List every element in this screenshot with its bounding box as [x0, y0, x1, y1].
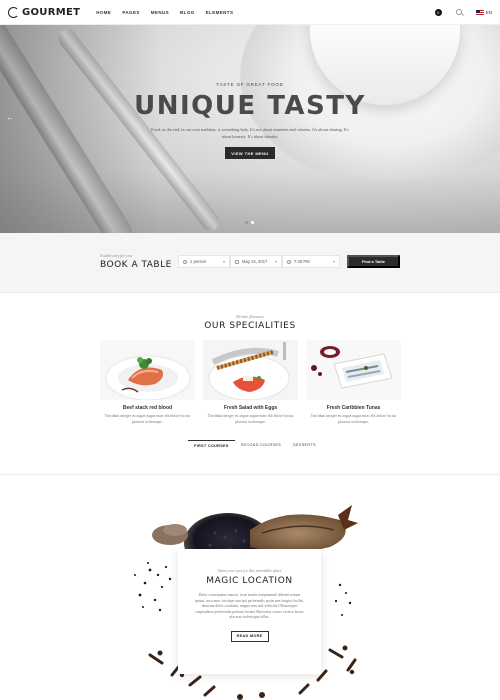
nav-item-elements[interactable]: ELEMENTS	[206, 10, 234, 15]
course-tabs: FIRST COURSES SECOND COURSES DESSERTS	[188, 440, 322, 451]
hero-eyebrow: TASTE OF GREAT FOOD	[216, 82, 284, 87]
time-value: 7:30 PM	[294, 259, 310, 264]
specialities-eyebrow: Divine flavours	[236, 314, 264, 319]
language-label: EN	[485, 9, 492, 15]
nav-item-pages[interactable]: PAGES	[122, 10, 139, 15]
dish-image-tuna[interactable]	[306, 340, 401, 400]
find-table-button[interactable]: Find a Table	[347, 255, 400, 268]
location-card: Open your eyes for this incredible place…	[178, 549, 321, 674]
location-title: MAGIC LOCATION	[206, 576, 293, 586]
person-icon	[183, 259, 187, 264]
slider-prev-icon[interactable]: ←	[6, 113, 14, 122]
tab-first-courses[interactable]: FIRST COURSES	[188, 440, 235, 451]
booking-title: BOOK A TABLE	[100, 260, 172, 270]
slider-dot[interactable]	[251, 221, 254, 224]
dish-image-beef[interactable]	[100, 340, 195, 400]
view-menu-button[interactable]: VIEW THE MENU	[225, 147, 275, 159]
date-select[interactable]: May 24, 2017 ▾	[230, 255, 282, 268]
slider-next-icon[interactable]: →	[486, 113, 494, 122]
language-selector[interactable]: EN	[475, 9, 492, 15]
specialities-title: OUR SPECIALITIES	[204, 321, 296, 331]
us-flag-icon	[475, 9, 484, 15]
slider-dot[interactable]	[245, 221, 248, 224]
chevron-down-icon: ▾	[332, 259, 335, 264]
dish-name[interactable]: Fresh Caribbien Tunas	[306, 405, 401, 411]
dish-description: Tincidunt integer eu augue augue nunc el…	[310, 414, 397, 424]
dish-name[interactable]: Fresh Salad with Eggs	[203, 405, 298, 411]
dish-image-salad[interactable]	[203, 340, 298, 400]
search-icon[interactable]	[455, 9, 462, 15]
calendar-icon	[235, 259, 239, 264]
cart-icon[interactable]: 0	[434, 8, 442, 16]
tab-second-courses[interactable]: SECOND COURSES	[235, 440, 287, 451]
date-value: May 24, 2017	[242, 259, 268, 264]
hero-description: Food, in the end, in our own tradition, …	[151, 127, 349, 139]
logo-icon	[8, 6, 19, 18]
hero-title: UNIQUE TASTY	[134, 91, 366, 121]
location-eyebrow: Open your eyes for this incredible place	[217, 568, 282, 573]
dish-name[interactable]: Beef stack red blood	[100, 405, 195, 411]
chevron-down-icon: ▾	[222, 259, 225, 264]
nav-item-menus[interactable]: MENUS	[151, 10, 169, 15]
dish-description: Tincidunt integer eu augue augue nunc el…	[207, 414, 294, 424]
nav-item-blog[interactable]: BLOG	[180, 10, 195, 15]
persons-value: 1 person	[190, 259, 207, 264]
clock-icon	[287, 259, 291, 264]
tab-desserts[interactable]: DESSERTS	[287, 440, 322, 451]
booking-eyebrow: A table only for you	[100, 253, 132, 258]
header: GOURMET HOME PAGES MENUS BLOG ELEMENTS 0…	[0, 0, 500, 25]
hero-slider: TASTE OF GREAT FOOD UNIQUE TASTY Food, i…	[0, 25, 500, 233]
read-more-button[interactable]: READ MORE	[230, 630, 269, 642]
time-select[interactable]: 7:30 PM ▾	[282, 255, 340, 268]
logo-text: GOURMET	[22, 6, 81, 18]
main-nav: HOME PAGES MENUS BLOG ELEMENTS	[96, 10, 233, 15]
slider-dots	[245, 221, 254, 224]
dish-description: Tincidunt integer eu augue augue nunc el…	[104, 414, 191, 424]
logo[interactable]: GOURMET	[8, 6, 81, 18]
chevron-down-icon: ▾	[274, 259, 277, 264]
persons-select[interactable]: 1 person ▾	[178, 255, 230, 268]
nav-item-home[interactable]: HOME	[96, 10, 111, 15]
location-description: Dolor consequatur mauris, risus mattis t…	[194, 593, 305, 620]
